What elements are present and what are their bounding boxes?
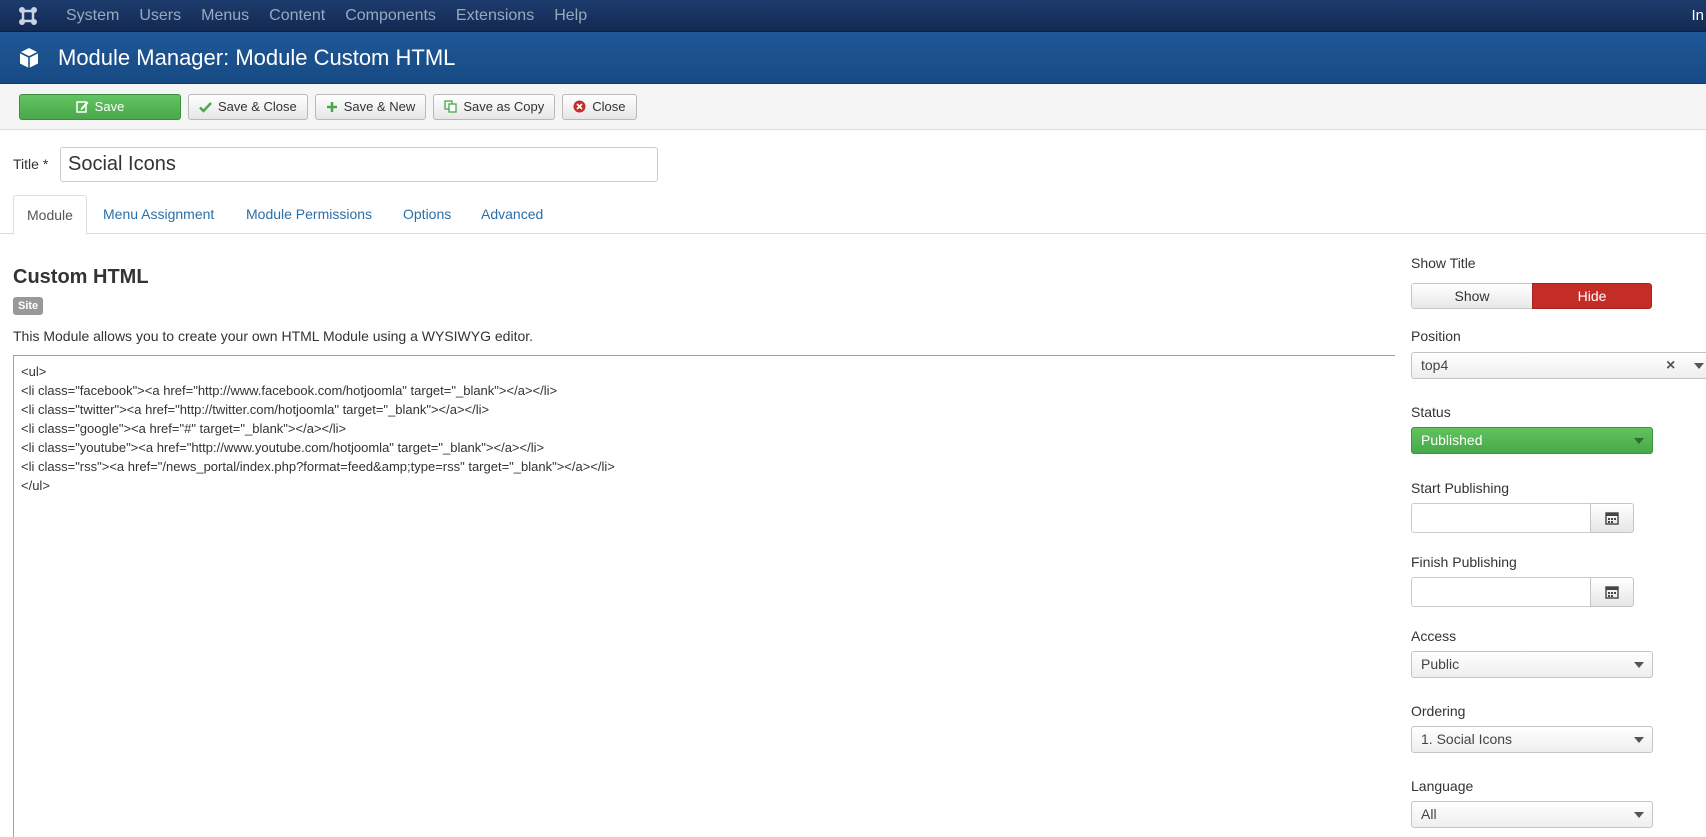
nav-content[interactable]: Content (259, 0, 335, 32)
top-navbar: System Users Menus Content Components Ex… (0, 0, 1706, 32)
joomla-logo-icon[interactable] (0, 0, 56, 32)
code-line: <li class="rss"><a href="/news_portal/in… (21, 459, 615, 474)
code-line: <li class="twitter"><a href="http://twit… (21, 402, 490, 417)
clear-icon[interactable]: × (1666, 353, 1675, 378)
edit-icon (75, 100, 89, 113)
nav-system[interactable]: System (56, 0, 129, 32)
finish-publishing-input[interactable] (1411, 577, 1591, 607)
nav-components[interactable]: Components (335, 0, 446, 32)
site-badge: Site (13, 297, 44, 315)
close-circle-icon (573, 100, 586, 113)
tab-menu-assignment[interactable]: Menu Assignment (90, 195, 227, 234)
nav-help[interactable]: Help (544, 0, 597, 32)
language-select[interactable]: All (1411, 801, 1653, 828)
code-line: <li class="facebook"><a href="http://www… (21, 383, 558, 398)
save-button[interactable]: Save (19, 93, 181, 120)
chevron-down-icon (1634, 662, 1644, 668)
tab-advanced[interactable]: Advanced (468, 195, 556, 234)
hide-option[interactable]: Hide (1532, 283, 1652, 309)
chevron-down-icon (1694, 363, 1704, 369)
status-select[interactable]: Published (1411, 427, 1653, 454)
code-line: <li class="google"><a href="#" target="_… (21, 421, 347, 436)
tab-bar: Module Menu Assignment Module Permission… (0, 195, 1706, 235)
section-title: Custom HTML (13, 266, 149, 288)
save-new-label: Save & New (343, 99, 416, 114)
save-close-button[interactable]: Save & Close (188, 93, 308, 120)
save-copy-label: Save as Copy (463, 99, 545, 114)
toolbar: Save Save & Close Save & New Save as Cop… (0, 84, 1706, 130)
html-code-editor[interactable]: <ul> <li class="facebook"><a href="http:… (13, 355, 1395, 837)
ordering-value: 1. Social Icons (1421, 731, 1513, 747)
module-description: This Module allows you to create your ow… (13, 328, 534, 344)
start-calendar-button[interactable] (1590, 503, 1634, 533)
cube-icon (0, 32, 58, 84)
code-line: </ul> (21, 478, 50, 493)
calendar-icon (1605, 512, 1619, 525)
close-button[interactable]: Close (562, 93, 637, 120)
plus-icon (326, 101, 338, 113)
code-line: <ul> (21, 364, 47, 379)
code-line: <li class="youtube"><a href="http://www.… (21, 440, 545, 455)
page-title: Module Manager: Module Custom HTML (58, 44, 456, 70)
start-publishing-label: Start Publishing (1411, 480, 1510, 496)
nav-menus[interactable]: Menus (191, 0, 259, 32)
page-header: Module Manager: Module Custom HTML (0, 32, 1706, 84)
position-select[interactable]: top4 × (1411, 352, 1706, 379)
calendar-icon (1605, 586, 1619, 599)
tab-module[interactable]: Module (13, 195, 87, 235)
chevron-down-icon (1634, 737, 1644, 743)
ordering-select[interactable]: 1. Social Icons (1411, 726, 1653, 753)
show-title-toggle: Show Hide (1411, 283, 1652, 309)
finish-publishing-label: Finish Publishing (1411, 554, 1517, 570)
save-label: Save (94, 99, 125, 114)
show-option[interactable]: Show (1411, 283, 1532, 309)
status-value: Published (1421, 432, 1483, 448)
check-icon (199, 101, 212, 113)
chevron-down-icon (1634, 812, 1644, 818)
title-label: Title * (13, 156, 49, 172)
chevron-down-icon (1634, 438, 1644, 444)
status-label: Status (1411, 404, 1451, 420)
language-value: All (1421, 806, 1437, 822)
nav-extensions[interactable]: Extensions (446, 0, 544, 32)
show-title-label: Show Title (1411, 255, 1476, 271)
language-label: Language (1411, 778, 1474, 794)
finish-calendar-button[interactable] (1590, 577, 1634, 607)
access-value: Public (1421, 656, 1460, 672)
close-label: Close (592, 99, 626, 114)
tab-module-permissions[interactable]: Module Permissions (233, 195, 385, 234)
start-publishing-input[interactable] (1411, 503, 1591, 533)
nav-right-text[interactable]: In (1691, 0, 1706, 32)
nav-users[interactable]: Users (129, 0, 191, 32)
save-copy-button[interactable]: Save as Copy (433, 93, 556, 120)
save-new-button[interactable]: Save & New (314, 93, 427, 120)
title-input[interactable]: Social Icons (60, 147, 658, 182)
position-label: Position (1411, 328, 1461, 344)
ordering-label: Ordering (1411, 703, 1466, 719)
access-label: Access (1411, 628, 1457, 644)
save-close-label: Save & Close (218, 99, 297, 114)
position-value: top4 (1421, 357, 1449, 373)
access-select[interactable]: Public (1411, 651, 1653, 678)
copy-icon (444, 100, 457, 113)
tab-options[interactable]: Options (390, 195, 464, 234)
